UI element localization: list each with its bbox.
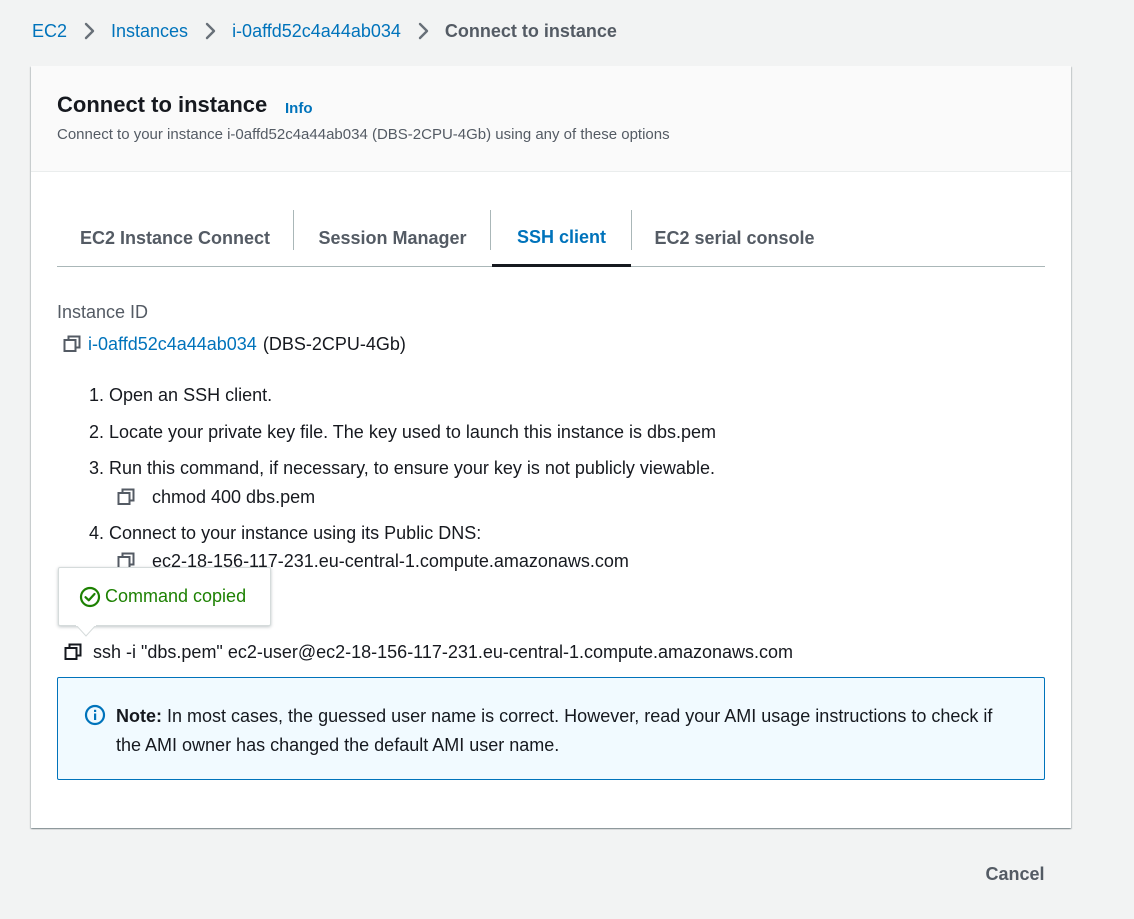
panel-header: Connect to instance Info Connect to your… [31,66,1071,172]
breadcrumb-current: Connect to instance [444,20,617,41]
tab-divider [490,210,491,250]
breadcrumb-instances[interactable]: Instances [111,21,188,42]
tab-ec2-serial-console[interactable]: EC2 serial console [632,210,837,267]
chmod-command: chmod 400 dbs.pem [152,486,316,507]
step-4: 4. Connect to your instance using its Pu… [89,523,482,543]
instance-id-row: i-0affd52c4a44ab034 (DBS-2CPU-4Gb) [62,331,406,357]
toast-message: Command copied [105,586,247,606]
connect-tabs: EC2 Instance Connect Session Manager SSH… [57,202,1045,267]
instance-id-label: Instance ID [57,302,149,322]
copy-icon[interactable] [63,642,83,662]
info-link[interactable]: Info [285,100,313,117]
breadcrumb-ec2[interactable]: EC2 [32,21,67,42]
copy-icon[interactable] [62,334,82,354]
info-circle-icon [84,704,106,726]
page-title: Connect to instance [57,92,268,117]
instance-id-link[interactable]: i-0affd52c4a44ab034 [88,334,257,355]
tab-session-manager[interactable]: Session Manager [294,210,491,267]
note-text: Note: In most cases, the guessed user na… [116,702,1016,760]
breadcrumb: EC2 Instances i-0affd52c4a44ab034 Connec… [32,18,617,44]
chevron-right-icon [198,18,224,44]
chevron-right-icon [411,18,437,44]
popover-arrow [76,625,96,637]
instance-name: (DBS-2CPU-4Gb) [262,333,406,354]
cancel-button[interactable]: Cancel [966,858,1064,890]
note-alert: Note: In most cases, the guessed user na… [57,677,1045,780]
step-1: 1. Open an SSH client. [89,385,273,405]
tab-ec2-instance-connect[interactable]: EC2 Instance Connect [57,210,293,267]
note-label: Note: [116,706,162,726]
command-copied-popover: Command copied [58,567,271,626]
chmod-command-row: chmod 400 dbs.pem [116,484,315,510]
ssh-command-row: ssh -i "dbs.pem" ec2-user@ec2-18-156-117… [63,639,793,665]
step-2: 2. Locate your private key file. The key… [89,422,717,442]
panel-description: Connect to your instance i-0affd52c4a44a… [57,126,670,143]
copy-icon[interactable] [116,487,136,507]
ssh-command: ssh -i "dbs.pem" ec2-user@ec2-18-156-117… [93,641,794,662]
breadcrumb-instance-id[interactable]: i-0affd52c4a44ab034 [232,21,401,42]
step-3: 3. Run this command, if necessary, to en… [89,458,715,478]
check-circle-icon [79,586,101,608]
tab-ssh-client[interactable]: SSH client [492,210,631,267]
note-body: In most cases, the guessed user name is … [116,706,993,755]
chevron-right-icon [77,18,103,44]
